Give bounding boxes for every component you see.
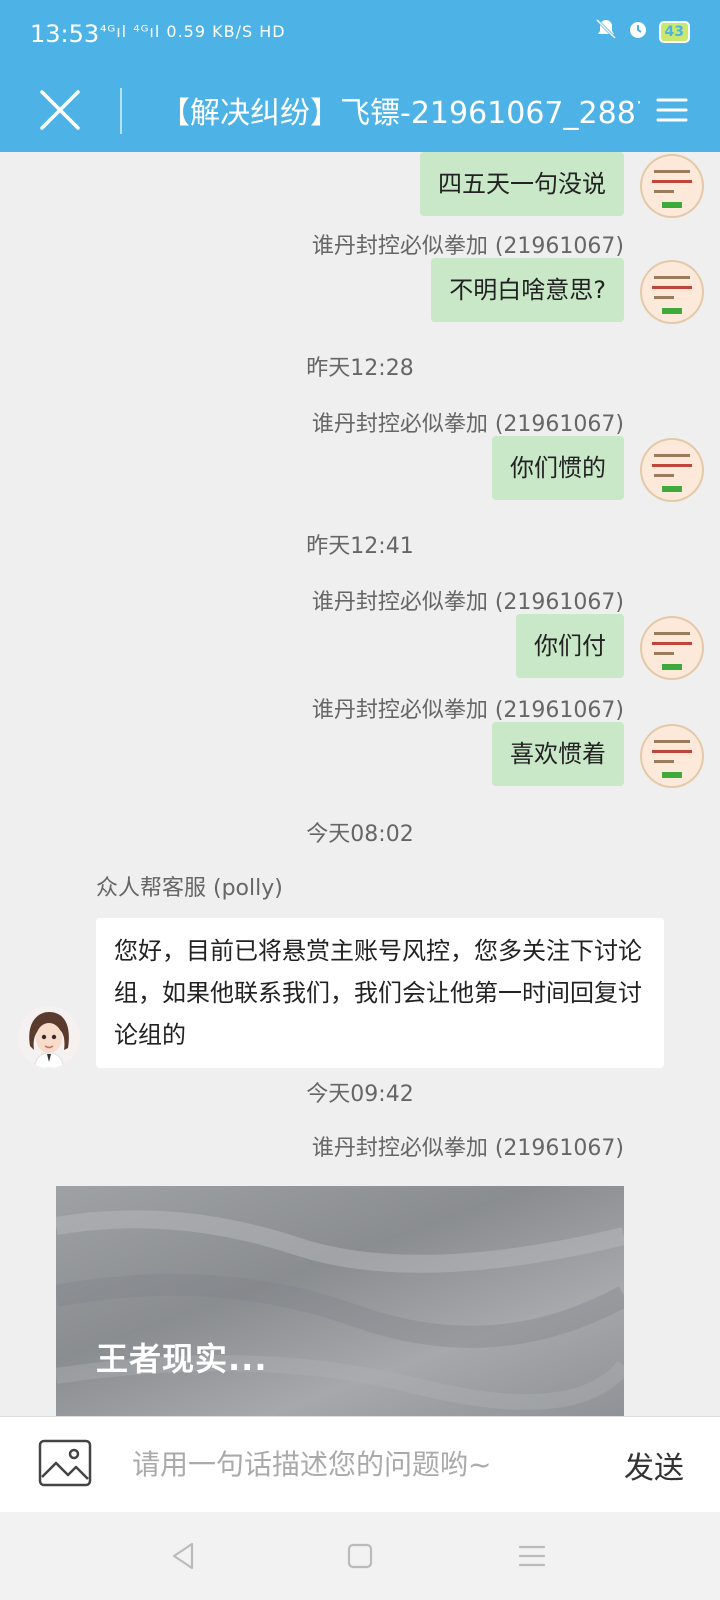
image-picker-button[interactable] bbox=[38, 1439, 92, 1487]
sender-name: 谁丹封控必似拳加 (21961067) bbox=[311, 698, 624, 723]
image-texture bbox=[56, 1210, 624, 1410]
network-indicator: ⁴ᴳıl ⁴ᴳıl 0.59 KB/S HD bbox=[100, 22, 286, 41]
user-avatar[interactable] bbox=[640, 438, 704, 502]
user-avatar[interactable] bbox=[640, 724, 704, 788]
sender-name: 谁丹封控必似拳加 (21961067) bbox=[311, 412, 624, 437]
message-bubble-self[interactable]: 四五天一句没说 bbox=[420, 152, 624, 216]
timestamp: 今天08:02 bbox=[306, 822, 414, 847]
user-avatar[interactable] bbox=[640, 616, 704, 680]
menu-icon bbox=[656, 98, 688, 122]
timestamp: 今天09:42 bbox=[306, 1082, 414, 1107]
message-bubble-self[interactable]: 你们惯的 bbox=[492, 436, 624, 500]
recents-button[interactable] bbox=[514, 1538, 550, 1574]
sender-name: 众人帮客服 (polly) bbox=[96, 876, 283, 901]
back-triangle-icon bbox=[172, 1542, 194, 1570]
close-icon bbox=[40, 90, 80, 130]
message-bubble-self[interactable]: 喜欢惯着 bbox=[492, 722, 624, 786]
user-avatar[interactable] bbox=[640, 154, 704, 218]
image-message[interactable]: 王者现实... bbox=[56, 1186, 624, 1416]
title-divider bbox=[120, 88, 122, 134]
menu-button[interactable] bbox=[654, 92, 690, 128]
image-caption: 王者现实... bbox=[96, 1340, 268, 1378]
alarm-icon bbox=[627, 18, 649, 45]
agent-avatar-icon bbox=[18, 1006, 80, 1068]
sender-name: 谁丹封控必似拳加 (21961067) bbox=[311, 590, 624, 615]
image-icon bbox=[38, 1439, 92, 1487]
timestamp: 昨天12:28 bbox=[306, 356, 414, 381]
send-button[interactable]: 发送 bbox=[624, 1443, 684, 1487]
sender-name: 谁丹封控必似拳加 (21961067) bbox=[311, 234, 624, 259]
message-bubble-self[interactable]: 你们付 bbox=[516, 614, 624, 678]
home-button[interactable] bbox=[342, 1538, 378, 1574]
home-square-icon bbox=[347, 1543, 373, 1569]
user-avatar[interactable] bbox=[640, 260, 704, 324]
message-bubble-self[interactable]: 不明白啥意思? bbox=[431, 258, 624, 322]
system-nav-bar bbox=[0, 1512, 720, 1600]
message-bubble-other[interactable]: 您好，目前已将悬赏主账号风控，您多关注下讨论组，如果他联系我们，我们会让他第一时… bbox=[96, 918, 664, 1068]
sender-name: 谁丹封控必似拳加 (21961067) bbox=[311, 1136, 624, 1161]
recents-menu-icon bbox=[518, 1545, 546, 1567]
status-bar: 13:53 ⁴ᴳıl ⁴ᴳıl 0.59 KB/S HD 43 bbox=[0, 0, 720, 72]
battery-indicator: 43 bbox=[658, 20, 690, 43]
input-bar: 发送 bbox=[0, 1416, 720, 1513]
back-button[interactable] bbox=[166, 1538, 202, 1574]
chat-area[interactable]: 四五天一句没说 谁丹封控必似拳加 (21961067) 不明白啥意思? 昨天12… bbox=[0, 152, 720, 1416]
mute-icon bbox=[595, 18, 617, 45]
status-icons: 43 bbox=[595, 18, 690, 45]
message-input[interactable] bbox=[130, 1435, 594, 1493]
timestamp: 昨天12:41 bbox=[306, 534, 414, 559]
title-bar: 【解决纠纷】飞镖-21961067_2887... bbox=[0, 72, 720, 152]
close-button[interactable] bbox=[36, 86, 84, 134]
page-title: 【解决纠纷】飞镖-21961067_2887... bbox=[160, 96, 640, 131]
status-time: 13:53 bbox=[30, 20, 100, 48]
agent-avatar[interactable] bbox=[18, 1006, 80, 1068]
